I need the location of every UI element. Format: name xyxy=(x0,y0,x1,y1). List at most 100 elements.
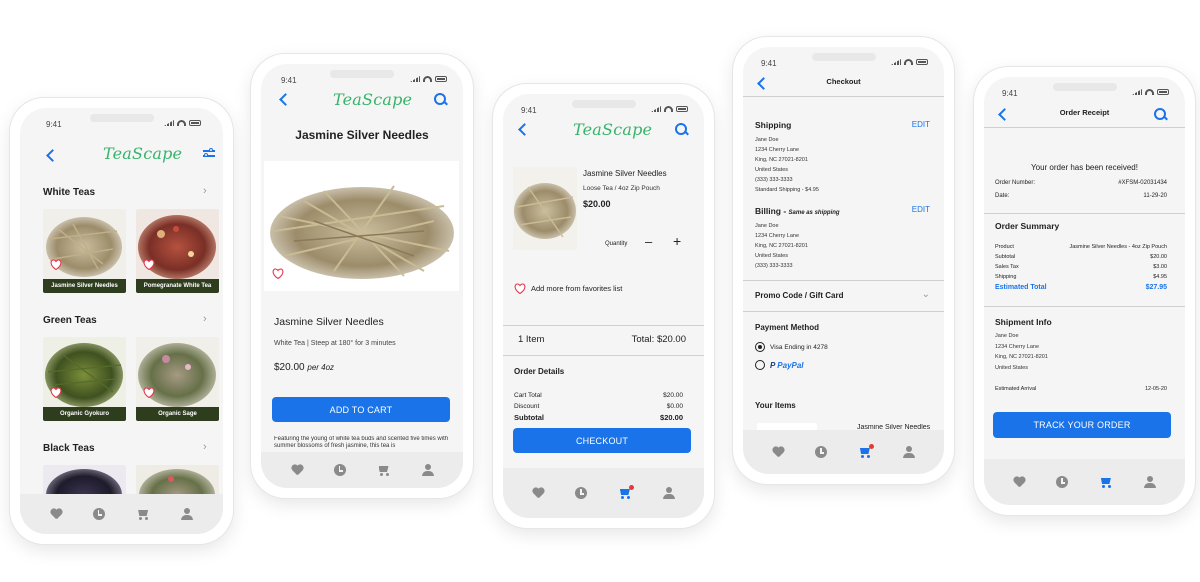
profile-tab-icon[interactable] xyxy=(421,464,434,476)
section-title-green[interactable]: Green Teas xyxy=(43,315,97,326)
favorite-heart-icon[interactable] xyxy=(50,259,62,270)
divider xyxy=(984,213,1185,214)
quantity-minus-button[interactable]: – xyxy=(645,234,652,249)
visa-radio[interactable] xyxy=(755,342,765,352)
favorite-heart-icon[interactable] xyxy=(143,259,155,270)
order-summary-title: Order Summary xyxy=(995,221,1060,231)
signal-icon xyxy=(651,106,661,112)
status-bar: 9:41 xyxy=(743,47,944,69)
status-bar: 9:41 xyxy=(20,108,223,130)
search-icon[interactable] xyxy=(675,123,687,135)
product-description: Featuring the young of white tea buds an… xyxy=(274,436,449,449)
edit-shipping-link[interactable]: EDIT xyxy=(912,120,930,129)
search-icon[interactable] xyxy=(434,93,446,105)
add-to-cart-button[interactable]: ADD TO CART xyxy=(272,397,450,422)
favorite-heart-icon[interactable] xyxy=(143,387,155,398)
history-tab-icon[interactable] xyxy=(92,508,105,520)
cart-tab-icon[interactable] xyxy=(1099,476,1113,488)
favorite-heart-icon[interactable] xyxy=(50,387,62,398)
order-details-title: Order Details xyxy=(514,367,565,376)
promo-code-row[interactable]: Promo Code / Gift Card xyxy=(755,291,843,300)
billing-title: Billing - xyxy=(755,206,787,216)
summary-value: Jasmine Silver Needles - 4oz Zip Pouch xyxy=(1069,244,1167,250)
order-date-value: 11-29-20 xyxy=(1143,193,1167,199)
status-icons xyxy=(891,59,928,65)
cart-tab-icon[interactable] xyxy=(377,464,391,476)
paypal-logo-icon[interactable]: P PayPal xyxy=(770,361,804,370)
chevron-right-icon[interactable]: › xyxy=(203,185,207,197)
order-date-row: Date: 11-29-20 xyxy=(995,193,1167,199)
favorite-heart-icon[interactable] xyxy=(272,268,284,279)
search-icon[interactable] xyxy=(1154,108,1166,120)
chevron-down-icon[interactable]: ⌄ xyxy=(922,289,930,300)
screen-checkout: 9:41 Checkout Shipping EDIT Jane Doe 123… xyxy=(743,47,944,474)
product-price: $20.00 xyxy=(274,362,305,373)
billing-line: Jane Doe xyxy=(755,223,779,229)
filter-icon[interactable] xyxy=(203,148,215,158)
tea-card-jasmine[interactable]: Jasmine Silver Needles xyxy=(43,209,126,293)
add-favorites-link[interactable]: Add more from favorites list xyxy=(531,284,622,293)
checkout-title: Checkout xyxy=(826,77,861,86)
section-title-white[interactable]: White Teas xyxy=(43,187,95,198)
favorites-tab-icon[interactable] xyxy=(1013,477,1025,488)
shipment-line: King, NC 27021-8201 xyxy=(995,354,1048,360)
tea-card-sage[interactable]: Organic Sage xyxy=(136,337,219,421)
history-tab-icon[interactable] xyxy=(815,446,828,458)
checkout-button[interactable]: CHECKOUT xyxy=(513,428,691,453)
history-tab-icon[interactable] xyxy=(1056,476,1069,488)
phone-home: 9:41 TeaScape White Teas › Jasmine Silve… xyxy=(10,98,233,544)
status-icons xyxy=(651,106,688,112)
favorites-tab-icon[interactable] xyxy=(772,447,784,458)
brand-logo: TeaScape xyxy=(333,90,413,109)
cart-tab-icon[interactable] xyxy=(618,485,634,499)
favorite-heart-icon[interactable] xyxy=(514,283,526,294)
cart-tab-icon[interactable] xyxy=(858,444,874,458)
arrival-value: 12-05-20 xyxy=(1144,386,1167,392)
chevron-right-icon[interactable]: › xyxy=(203,441,207,453)
track-order-button[interactable]: TRACK YOUR ORDER xyxy=(993,412,1171,438)
cart-tab-icon[interactable] xyxy=(136,508,150,520)
brand-logo: TeaScape xyxy=(573,120,653,139)
history-tab-icon[interactable] xyxy=(333,464,346,476)
summary-label: Product xyxy=(995,244,1014,250)
history-tab-icon[interactable] xyxy=(575,487,588,499)
divider xyxy=(984,127,1185,128)
shipping-line: 1234 Cherry Lane xyxy=(755,147,800,153)
cart-item-count: 1 Item xyxy=(518,334,545,345)
shipping-line: Standard Shipping - $4.95 xyxy=(755,187,819,193)
profile-tab-icon[interactable] xyxy=(1143,476,1156,488)
wifi-icon xyxy=(177,120,186,126)
your-items-title: Your Items xyxy=(755,401,796,410)
shipping-lines: Jane Doe 1234 Cherry Lane King, NC 27021… xyxy=(755,135,819,195)
favorites-tab-icon[interactable] xyxy=(50,509,62,520)
edit-billing-link[interactable]: EDIT xyxy=(912,205,930,214)
visa-label[interactable]: Visa Ending in 4278 xyxy=(770,344,828,351)
back-icon[interactable] xyxy=(46,149,59,162)
profile-tab-icon[interactable] xyxy=(902,446,915,458)
paypal-radio[interactable] xyxy=(755,360,765,370)
section-title-black[interactable]: Black Teas xyxy=(43,443,95,454)
status-icons xyxy=(1132,89,1169,95)
favorites-tab-icon[interactable] xyxy=(532,488,544,499)
profile-tab-icon[interactable] xyxy=(181,508,194,520)
cart-item-image xyxy=(513,167,577,250)
tea-card-pomegranate[interactable]: Pomegranate White Tea xyxy=(136,209,219,293)
quantity-plus-button[interactable]: + xyxy=(673,233,681,249)
chevron-right-icon[interactable]: › xyxy=(203,313,207,325)
status-icons xyxy=(410,76,447,82)
status-icons xyxy=(164,120,201,126)
order-row: Discount $0.00 xyxy=(514,403,683,410)
wifi-icon xyxy=(904,59,913,65)
status-bar: 9:41 xyxy=(261,64,463,86)
order-date-label: Date: xyxy=(995,193,1010,199)
billing-line: (333) 333-3333 xyxy=(755,263,793,269)
profile-tab-icon[interactable] xyxy=(662,487,675,499)
tea-card-gyokuro[interactable]: Organic Gyokuro xyxy=(43,337,126,421)
product-name: Jasmine Silver Needles xyxy=(274,316,384,328)
back-icon[interactable] xyxy=(518,123,531,136)
favorites-tab-icon[interactable] xyxy=(291,465,303,476)
estimated-total-label: Estimated Total xyxy=(995,284,1047,291)
product-price-unit: per 4oz xyxy=(307,363,335,372)
back-icon[interactable] xyxy=(279,93,292,106)
estimated-total-value: $27.95 xyxy=(1145,284,1167,291)
